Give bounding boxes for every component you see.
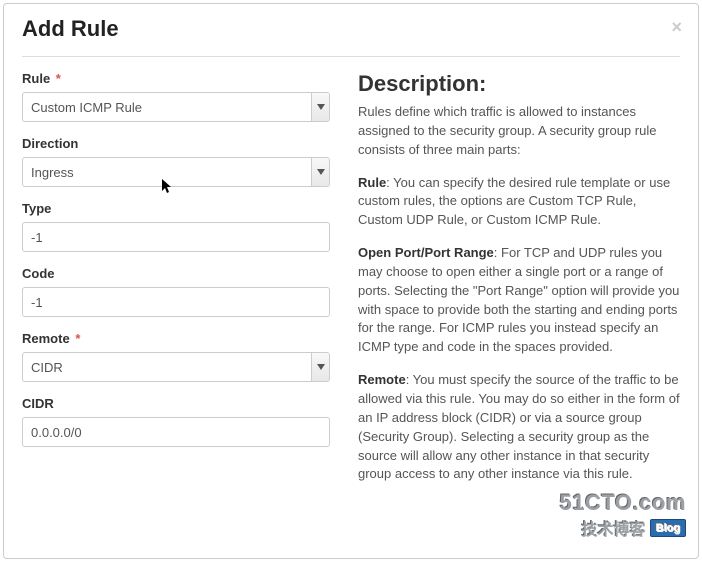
description-remote: Remote: You must specify the source of t… bbox=[358, 371, 680, 484]
desc-rule-label: Rule bbox=[358, 175, 386, 190]
required-mark: * bbox=[75, 331, 80, 346]
remote-select[interactable]: CIDR bbox=[22, 352, 330, 382]
description-port: Open Port/Port Range: For TCP and UDP ru… bbox=[358, 244, 680, 357]
close-icon[interactable]: × bbox=[671, 18, 682, 36]
watermark-line2: 技术博客 Blog bbox=[560, 516, 686, 540]
description-column: Description: Rules define which traffic … bbox=[358, 71, 680, 498]
watermark-cn: 技术博客 bbox=[582, 516, 646, 540]
direction-select[interactable]: Ingress bbox=[22, 157, 330, 187]
field-code: Code bbox=[22, 266, 330, 317]
required-mark: * bbox=[56, 71, 61, 86]
direction-label: Direction bbox=[22, 136, 330, 151]
desc-remote-text: : You must specify the source of the tra… bbox=[358, 372, 680, 481]
remote-label: Remote * bbox=[22, 331, 330, 346]
code-input[interactable] bbox=[22, 287, 330, 317]
blog-badge: Blog bbox=[650, 519, 686, 537]
desc-port-label: Open Port/Port Range bbox=[358, 245, 494, 260]
description-intro: Rules define which traffic is allowed to… bbox=[358, 103, 680, 160]
desc-rule-text: : You can specify the desired rule templ… bbox=[358, 175, 670, 228]
rule-select[interactable]: Custom ICMP Rule bbox=[22, 92, 330, 122]
field-direction: Direction Ingress bbox=[22, 136, 330, 187]
cidr-input[interactable] bbox=[22, 417, 330, 447]
field-cidr: CIDR bbox=[22, 396, 330, 447]
cidr-label: CIDR bbox=[22, 396, 330, 411]
modal-title: Add Rule bbox=[22, 16, 680, 42]
field-type: Type bbox=[22, 201, 330, 252]
type-label: Type bbox=[22, 201, 330, 216]
add-rule-modal: Add Rule × Rule * Custom ICMP Rule Direc… bbox=[3, 3, 699, 559]
remote-label-text: Remote bbox=[22, 331, 70, 346]
form-column: Rule * Custom ICMP Rule Direction Ingres… bbox=[22, 71, 330, 498]
description-heading: Description: bbox=[358, 71, 680, 97]
desc-port-text: : For TCP and UDP rules you may choose t… bbox=[358, 245, 679, 354]
modal-header: Add Rule × bbox=[4, 4, 698, 52]
desc-remote-label: Remote bbox=[358, 372, 406, 387]
field-rule: Rule * Custom ICMP Rule bbox=[22, 71, 330, 122]
description-rule: Rule: You can specify the desired rule t… bbox=[358, 174, 680, 231]
field-remote: Remote * CIDR bbox=[22, 331, 330, 382]
code-label: Code bbox=[22, 266, 330, 281]
modal-body: Rule * Custom ICMP Rule Direction Ingres… bbox=[4, 57, 698, 508]
type-input[interactable] bbox=[22, 222, 330, 252]
rule-label: Rule * bbox=[22, 71, 330, 86]
rule-label-text: Rule bbox=[22, 71, 50, 86]
